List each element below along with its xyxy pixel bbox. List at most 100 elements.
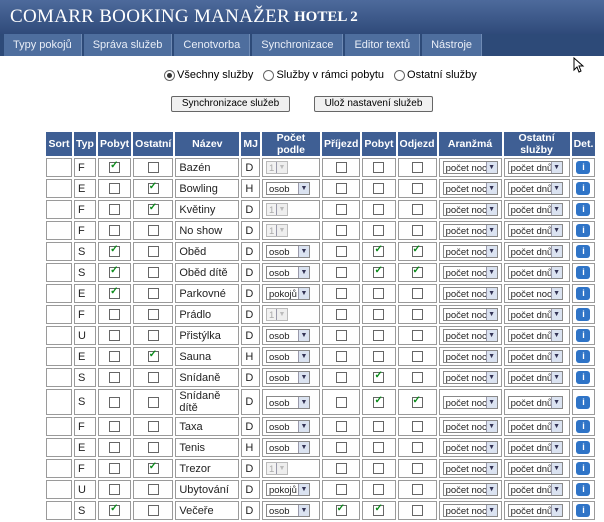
pobyt-stay-checkbox[interactable] — [373, 183, 385, 195]
ostatni-sluzby-select[interactable]: počet dnů ▼ — [507, 371, 563, 384]
odjezd-checkbox[interactable] — [411, 183, 423, 195]
ostatni-checkbox[interactable] — [147, 309, 159, 321]
pobyt-checkbox[interactable] — [109, 351, 121, 363]
nav-tab-cenotvorba[interactable]: Cenotvorba — [174, 34, 251, 56]
ostatni-sluzby-select[interactable]: počet dnů ▼ — [507, 350, 563, 363]
info-icon[interactable]: i — [576, 329, 591, 342]
ostatni-checkbox[interactable] — [147, 372, 159, 384]
info-icon[interactable]: i — [576, 504, 591, 517]
odjezd-checkbox[interactable] — [411, 372, 423, 384]
radio-icon[interactable] — [263, 69, 275, 81]
odjezd-checkbox[interactable] — [411, 395, 423, 408]
aranzma-select[interactable]: počet nocí ▼ — [442, 182, 498, 195]
pobyt-stay-checkbox[interactable] — [373, 309, 385, 321]
pobyt-stay-checkbox[interactable] — [373, 503, 385, 517]
ostatni-checkbox[interactable] — [147, 162, 159, 174]
pobyt-checkbox[interactable] — [109, 372, 121, 384]
odjezd-checkbox[interactable] — [411, 463, 423, 475]
pobyt-checkbox[interactable] — [109, 286, 121, 300]
aranzma-select[interactable]: počet nocí ▼ — [442, 245, 498, 258]
pocet-podle-select[interactable]: 1 ▼ — [265, 308, 288, 321]
aranzma-select[interactable]: počet nocí ▼ — [442, 420, 498, 433]
ostatni-checkbox[interactable] — [147, 246, 159, 258]
filter-other-services[interactable]: Ostatní služby — [394, 69, 477, 81]
save-services-button[interactable]: Ulož nastavení služeb — [314, 96, 433, 112]
nav-tab-nastroje[interactable]: Nástroje — [422, 34, 483, 56]
info-icon[interactable]: i — [576, 420, 591, 433]
pocet-podle-select[interactable]: 1 ▼ — [265, 462, 288, 475]
pocet-podle-select[interactable]: osob ▼ — [265, 420, 310, 433]
ostatni-sluzby-select[interactable]: počet dnů ▼ — [507, 462, 563, 475]
pocet-podle-select[interactable]: osob ▼ — [265, 266, 310, 279]
ostatni-checkbox[interactable] — [147, 421, 159, 433]
pobyt-checkbox[interactable] — [109, 225, 121, 237]
pocet-podle-select[interactable]: osob ▼ — [265, 395, 310, 409]
prijezd-checkbox[interactable] — [335, 503, 347, 517]
pobyt-stay-checkbox[interactable] — [373, 351, 385, 363]
pocet-podle-select[interactable]: osob ▼ — [265, 504, 310, 517]
odjezd-checkbox[interactable] — [411, 244, 423, 258]
radio-icon[interactable] — [164, 69, 175, 81]
pobyt-stay-checkbox[interactable] — [373, 484, 385, 496]
ostatni-checkbox[interactable] — [147, 225, 159, 237]
odjezd-checkbox[interactable] — [411, 309, 423, 321]
pobyt-checkbox[interactable] — [109, 309, 121, 321]
pobyt-stay-checkbox[interactable] — [373, 204, 385, 216]
aranzma-select[interactable]: počet nocí ▼ — [442, 203, 498, 216]
info-icon[interactable]: i — [576, 245, 591, 258]
pobyt-checkbox[interactable] — [109, 265, 121, 279]
info-icon[interactable]: i — [576, 266, 591, 279]
pobyt-checkbox[interactable] — [109, 396, 121, 408]
odjezd-checkbox[interactable] — [411, 351, 423, 363]
ostatni-checkbox[interactable] — [147, 461, 159, 475]
ostatni-checkbox[interactable] — [147, 288, 159, 300]
pocet-podle-select[interactable]: osob ▼ — [265, 182, 310, 195]
pobyt-checkbox[interactable] — [109, 160, 121, 174]
filter-all-services[interactable]: Všechny služby — [164, 69, 253, 81]
ostatni-sluzby-select[interactable]: počet dnů ▼ — [507, 203, 563, 216]
aranzma-select[interactable]: počet nocí ▼ — [442, 329, 498, 342]
info-icon[interactable]: i — [576, 203, 591, 216]
prijezd-checkbox[interactable] — [335, 351, 347, 363]
aranzma-select[interactable]: počet nocí ▼ — [442, 462, 498, 475]
info-icon[interactable]: i — [576, 350, 591, 363]
pocet-podle-select[interactable]: 1 ▼ — [265, 224, 288, 237]
ostatni-checkbox[interactable] — [147, 330, 159, 342]
prijezd-checkbox[interactable] — [335, 204, 347, 216]
pobyt-stay-checkbox[interactable] — [373, 288, 385, 300]
ostatni-checkbox[interactable] — [147, 181, 159, 195]
aranzma-select[interactable]: počet nocí ▼ — [442, 350, 498, 363]
pobyt-stay-checkbox[interactable] — [373, 395, 385, 408]
odjezd-checkbox[interactable] — [411, 442, 423, 454]
ostatni-sluzby-select[interactable]: počet dnů ▼ — [507, 504, 563, 517]
pocet-podle-select[interactable]: osob ▼ — [265, 441, 310, 454]
info-icon[interactable]: i — [576, 483, 591, 496]
odjezd-checkbox[interactable] — [411, 505, 423, 517]
ostatni-checkbox[interactable] — [147, 396, 159, 408]
odjezd-checkbox[interactable] — [411, 288, 423, 300]
aranzma-select[interactable]: počet nocí ▼ — [442, 441, 498, 454]
ostatni-sluzby-select[interactable]: počet dnů ▼ — [507, 245, 563, 258]
aranzma-select[interactable]: počet nocí ▼ — [442, 161, 498, 174]
odjezd-checkbox[interactable] — [411, 484, 423, 496]
prijezd-checkbox[interactable] — [335, 442, 347, 454]
prijezd-checkbox[interactable] — [335, 463, 347, 475]
pobyt-stay-checkbox[interactable] — [373, 421, 385, 433]
pocet-podle-select[interactable]: 1 ▼ — [265, 161, 288, 174]
info-icon[interactable]: i — [576, 308, 591, 321]
info-icon[interactable]: i — [576, 462, 591, 475]
pobyt-stay-checkbox[interactable] — [373, 244, 385, 258]
nav-tab-editor-textu[interactable]: Editor textů — [345, 34, 421, 56]
ostatni-sluzby-select[interactable]: počet dnů ▼ — [507, 420, 563, 433]
ostatni-sluzby-select[interactable]: počet dnů ▼ — [507, 395, 563, 409]
odjezd-checkbox[interactable] — [411, 204, 423, 216]
pobyt-stay-checkbox[interactable] — [373, 370, 385, 384]
pobyt-stay-checkbox[interactable] — [373, 442, 385, 454]
filter-stay-services[interactable]: Služby v rámci pobytu — [263, 69, 384, 81]
aranzma-select[interactable]: počet nocí ▼ — [442, 371, 498, 384]
pobyt-checkbox[interactable] — [109, 503, 121, 517]
pobyt-stay-checkbox[interactable] — [373, 225, 385, 237]
pobyt-checkbox[interactable] — [109, 330, 121, 342]
pobyt-stay-checkbox[interactable] — [373, 162, 385, 174]
pocet-podle-select[interactable]: 1 ▼ — [265, 203, 288, 216]
